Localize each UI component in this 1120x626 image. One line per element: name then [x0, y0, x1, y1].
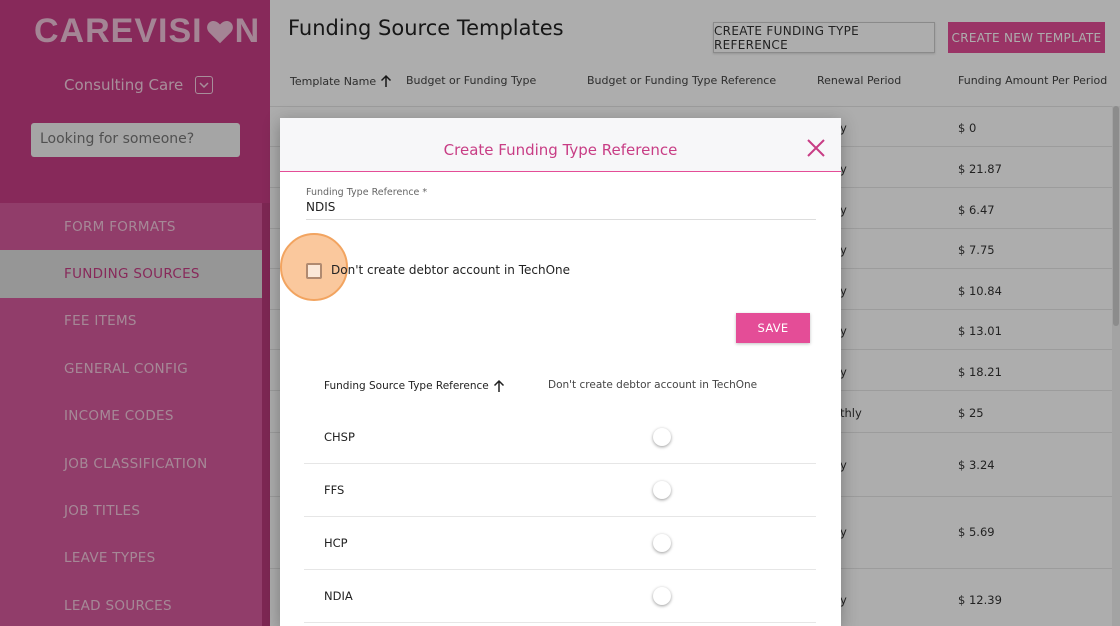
dont-create-debtor-toggle[interactable]: [653, 534, 671, 552]
dont-create-debtor-toggle[interactable]: [653, 428, 671, 446]
column-header-funding-source-type-reference[interactable]: Funding Source Type Reference: [324, 379, 505, 393]
reference-name: CHSP: [324, 430, 355, 444]
sort-up-icon[interactable]: [493, 379, 505, 393]
column-label: Funding Source Type Reference: [324, 380, 489, 392]
list-item: NDIA: [304, 570, 816, 623]
dialog-title: Create Funding Type Reference: [443, 141, 678, 159]
list-item: HCP: [304, 517, 816, 570]
dont-create-debtor-checkbox[interactable]: [306, 263, 322, 279]
reference-name: NDIA: [324, 589, 353, 603]
list-item: CHSP: [304, 411, 816, 464]
dialog-header: Create Funding Type Reference: [280, 118, 841, 172]
column-header-dont-create-debtor: Don't create debtor account in TechOne: [548, 379, 758, 391]
funding-type-reference-input[interactable]: NDIS: [306, 200, 816, 220]
dont-create-debtor-toggle[interactable]: [653, 587, 671, 605]
reference-name: HCP: [324, 536, 348, 550]
dont-create-debtor-toggle[interactable]: [653, 481, 671, 499]
reference-name: FFS: [324, 483, 345, 497]
dont-create-debtor-label: Don't create debtor account in TechOne: [331, 263, 571, 277]
funding-type-reference-label: Funding Type Reference *: [306, 187, 428, 198]
list-item: FFS: [304, 464, 816, 517]
save-button[interactable]: SAVE: [736, 313, 810, 343]
create-funding-type-reference-dialog: Create Funding Type Reference Funding Ty…: [280, 118, 841, 626]
close-icon[interactable]: [806, 138, 826, 158]
